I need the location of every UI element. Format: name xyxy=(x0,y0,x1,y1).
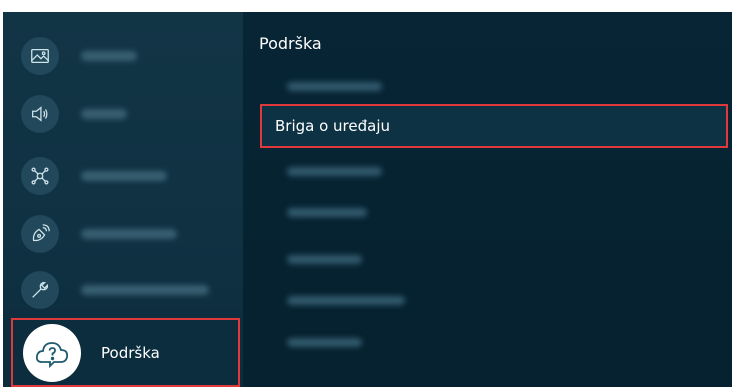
tv-settings-screen: Podrška Podrška Briga o uređaju xyxy=(3,12,732,387)
menu-item-label xyxy=(81,285,209,295)
submenu-item-4[interactable] xyxy=(287,208,367,217)
submenu-title: Podrška xyxy=(259,34,322,53)
submenu-item-5[interactable] xyxy=(287,255,362,264)
submenu-item-6[interactable] xyxy=(287,296,405,305)
picture-icon xyxy=(21,37,59,75)
menu-item-broadcasting[interactable] xyxy=(11,212,235,256)
menu-item-label xyxy=(81,229,177,239)
submenu-item-7[interactable] xyxy=(287,338,362,347)
general-icon xyxy=(21,271,59,309)
menu-item-picture[interactable] xyxy=(11,34,235,78)
menu-item-label xyxy=(81,109,127,119)
submenu-item-1[interactable] xyxy=(287,82,382,91)
device-care-label: Briga o uređaju xyxy=(275,117,391,135)
menu-item-network[interactable] xyxy=(11,154,235,198)
support-cloud-icon xyxy=(23,323,81,382)
network-icon xyxy=(21,157,59,195)
submenu-item-device-care[interactable]: Briga o uređaju xyxy=(260,104,728,148)
sound-icon xyxy=(21,95,59,133)
menu-item-label xyxy=(81,171,167,181)
support-label: Podrška xyxy=(101,343,160,362)
menu-item-general[interactable] xyxy=(11,268,235,312)
menu-item-sound[interactable] xyxy=(11,92,235,136)
settings-menu: Podrška xyxy=(3,12,243,387)
menu-item-support[interactable]: Podrška xyxy=(11,318,240,387)
menu-item-label xyxy=(81,51,137,61)
support-submenu: Podrška Briga o uređaju xyxy=(243,12,732,387)
broadcasting-icon xyxy=(21,215,59,253)
submenu-item-3[interactable] xyxy=(287,167,382,176)
